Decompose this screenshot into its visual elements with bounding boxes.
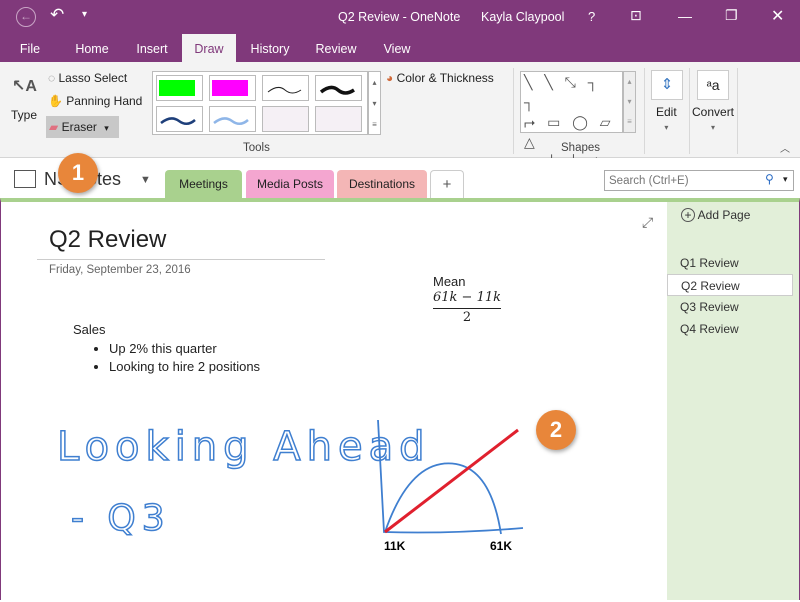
minimize-button[interactable]: — xyxy=(678,8,692,24)
eraser-icon: ▰ xyxy=(49,120,59,134)
pen-gallery xyxy=(152,71,368,135)
section-tab-meetings[interactable]: Meetings xyxy=(165,170,242,200)
shapes-group-label: Shapes xyxy=(561,142,601,154)
ink-drawing[interactable]: Looking Ahead - Q3 11K 61K xyxy=(1,202,668,602)
search-icon[interactable]: ⚲ xyxy=(765,172,774,186)
type-label: Type xyxy=(11,108,38,122)
tab-history[interactable]: History xyxy=(242,34,298,62)
shapes-gallery[interactable]: ╲ ╲ ⤡ ┐ ┐⮣ ▭ ◯ ▱ △◇ └ ┼ ⊥ xyxy=(520,71,623,170)
edit-icon[interactable]: ⇕ xyxy=(651,70,683,100)
ribbon-tabs: File Home Insert Draw History Review Vie… xyxy=(0,34,800,62)
search-input[interactable] xyxy=(605,171,755,190)
tools-group-label: Tools xyxy=(243,142,270,154)
add-section-button[interactable]: + xyxy=(430,170,464,198)
graph-label-11k: 11K xyxy=(384,539,406,553)
lasso-select-button[interactable]: ◌ Lasso Select xyxy=(48,71,138,89)
title-bar: ← ↶ ▾ Q2 Review - OneNote Kayla Claypool… xyxy=(0,0,800,34)
restore-button[interactable]: ❐ xyxy=(725,7,738,24)
page-item-q1[interactable]: Q1 Review xyxy=(667,252,793,274)
notebook-icon xyxy=(14,170,36,188)
help-button[interactable]: ? xyxy=(588,9,595,24)
user-name[interactable]: Kayla Claypool xyxy=(481,10,564,24)
pen-empty-slot[interactable] xyxy=(262,106,309,132)
eraser-label: Eraser xyxy=(61,120,97,134)
pen-navy[interactable] xyxy=(156,106,203,132)
add-page-button[interactable]: + Add Page xyxy=(681,208,750,222)
page-item-q3[interactable]: Q3 Review xyxy=(667,296,793,318)
type-icon: ↖A xyxy=(12,78,37,95)
graph-label-61k: 61K xyxy=(490,539,512,553)
tab-review[interactable]: Review xyxy=(308,34,364,62)
plus-icon: + xyxy=(681,208,695,222)
edit-button[interactable]: Edit ▾ xyxy=(656,105,677,133)
back-icon[interactable]: ← xyxy=(16,7,36,27)
convert-label: Convert xyxy=(692,105,735,119)
tab-file[interactable]: File xyxy=(10,34,50,62)
handwriting-q3: - Q3 xyxy=(71,498,171,539)
pen-thick-black[interactable] xyxy=(315,75,362,101)
convert-button[interactable]: Convert ▾ xyxy=(692,105,734,133)
page-item-q4[interactable]: Q4 Review xyxy=(667,318,793,340)
pen-gallery-scroll[interactable]: ▴ ▾ ≡ xyxy=(368,71,381,135)
type-button[interactable]: ↖A Type xyxy=(8,74,42,124)
shapes-gallery-scroll[interactable]: ▴ ▾ ≡ xyxy=(623,71,636,133)
close-button[interactable]: ✕ xyxy=(771,6,784,26)
graph-curve xyxy=(384,462,502,535)
page-item-q2[interactable]: Q2 Review xyxy=(667,274,793,296)
eraser-dropdown-icon: ▾ xyxy=(104,123,109,133)
pen-thin-black[interactable] xyxy=(262,75,309,101)
note-page[interactable]: ⤢ Q2 Review Friday, September 23, 2016 M… xyxy=(0,198,667,600)
callout-2: 2 xyxy=(536,410,576,450)
callout-1: 1 xyxy=(58,153,98,193)
notebook-dropdown-icon[interactable]: ▼ xyxy=(140,174,151,186)
section-tab-destinations[interactable]: Destinations xyxy=(337,170,427,198)
panning-hand-button[interactable]: ✋ Panning Hand xyxy=(48,94,148,112)
color-thickness-label: Color & Thickness xyxy=(396,71,494,85)
undo-icon[interactable]: ↶ xyxy=(50,5,64,25)
add-page-label: Add Page xyxy=(697,208,751,222)
pen-empty-slot[interactable] xyxy=(315,106,362,132)
tab-draw[interactable]: Draw xyxy=(182,34,236,62)
color-thickness-button[interactable]: ◕ Color & Thickness xyxy=(386,71,494,85)
section-tab-media-posts[interactable]: Media Posts xyxy=(246,170,334,198)
handwriting-looking-ahead: Looking Ahead xyxy=(57,424,431,470)
edit-label: Edit xyxy=(656,105,677,119)
pen-light-blue[interactable] xyxy=(209,106,256,132)
ribbon: ↖A Type ◌ Lasso Select ✋ Panning Hand ▰ … xyxy=(0,62,800,170)
quick-access-dropdown-icon[interactable]: ▾ xyxy=(82,9,87,20)
eraser-button[interactable]: ▰ Eraser ▾ xyxy=(46,116,119,138)
lasso-label: Lasso Select xyxy=(58,71,128,85)
tab-insert[interactable]: Insert xyxy=(126,34,178,62)
search-box[interactable]: ⚲ ▾ xyxy=(604,170,794,191)
notebook-bar: NS Notes ▼ Meetings Media Posts Destinat… xyxy=(0,158,800,200)
tab-home[interactable]: Home xyxy=(66,34,118,62)
page-list-pane: + Add Page Q1 Review Q2 Review Q3 Review… xyxy=(667,198,800,600)
search-scope-dropdown-icon[interactable]: ▾ xyxy=(783,174,788,185)
hand-icon: ✋ xyxy=(48,94,63,108)
tab-view[interactable]: View xyxy=(374,34,420,62)
convert-icon[interactable]: ᵃa xyxy=(697,70,729,100)
pen-magenta-highlighter[interactable] xyxy=(209,75,256,101)
panning-label: Panning Hand xyxy=(66,94,143,108)
collapse-ribbon-icon[interactable]: ︿ xyxy=(780,140,790,155)
pen-green-highlighter[interactable] xyxy=(156,75,203,101)
ribbon-display-icon[interactable]: ⊡ xyxy=(630,7,642,24)
lasso-icon: ◌ xyxy=(48,71,56,85)
color-wheel-icon: ◕ xyxy=(386,71,394,85)
window-title: Q2 Review - OneNote xyxy=(338,10,461,24)
